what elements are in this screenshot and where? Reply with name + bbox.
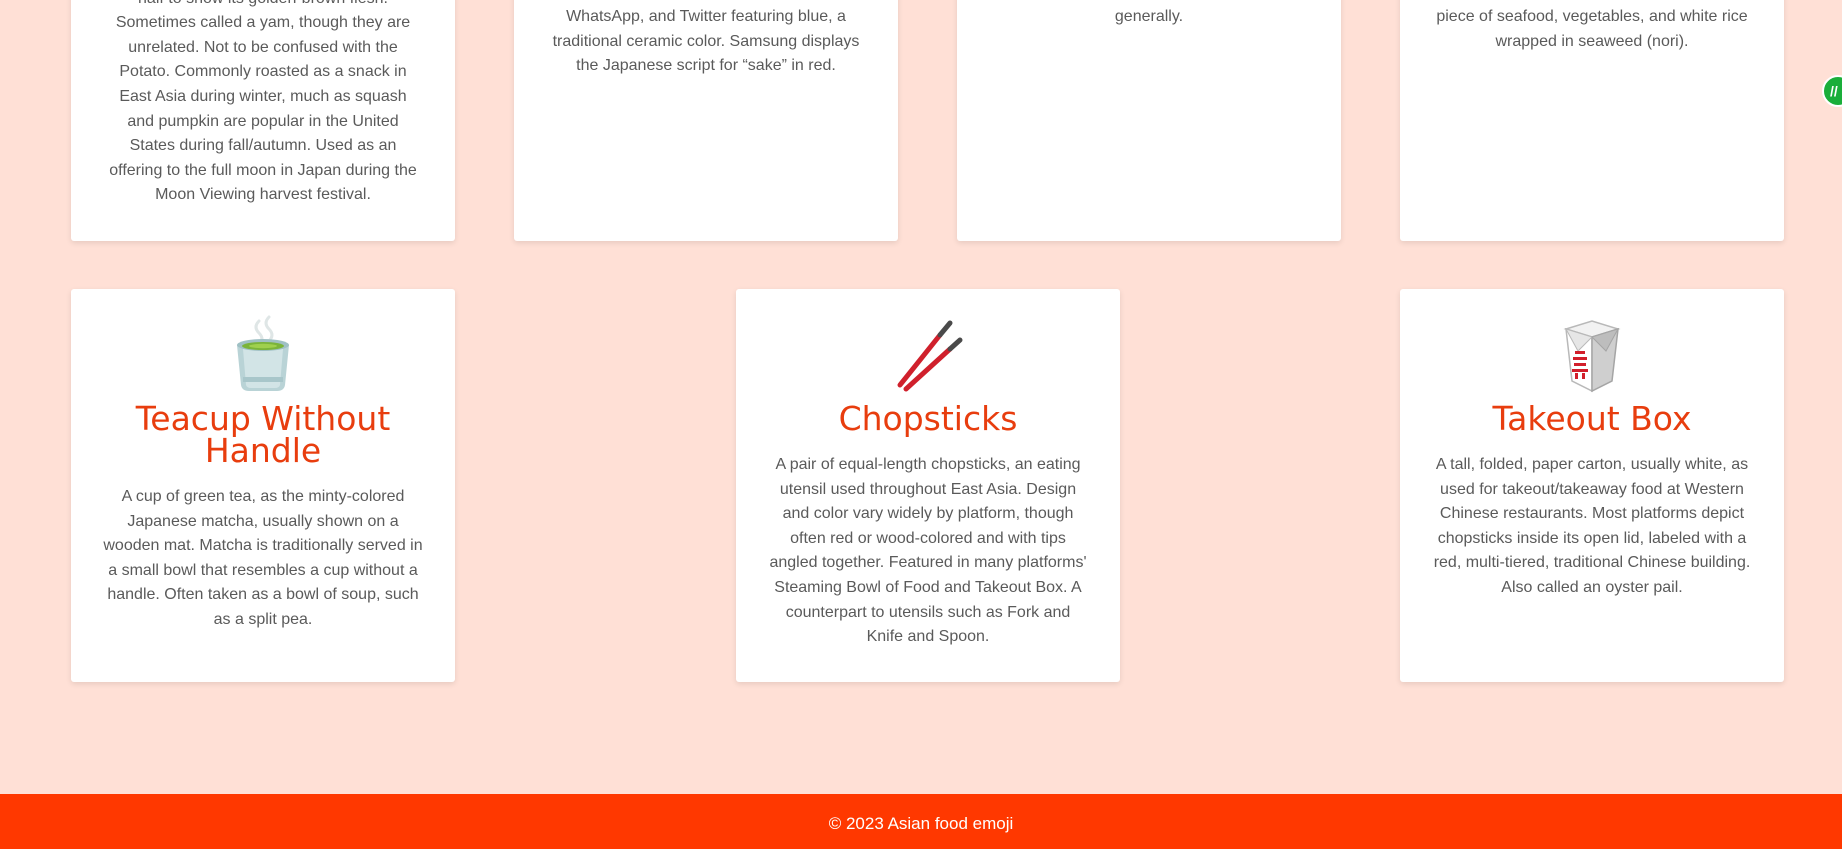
footer-copyright: © 2023 Asian food emoji: [828, 814, 1014, 833]
card-description: half to show its golden-brown flesh. Som…: [109, 0, 417, 204]
food-card: Takeout Box A tall, folded, paper carton…: [1400, 289, 1784, 682]
food-card: piece of seafood, vegetables, and white …: [1400, 0, 1784, 241]
food-card: half to show its golden-brown flesh. Som…: [71, 0, 455, 241]
card-description: WhatsApp, and Twitter featuring blue, a …: [552, 8, 860, 75]
food-card: WhatsApp, and Twitter featuring blue, a …: [514, 0, 898, 241]
food-card: Chopsticks A pair of equal-length chopst…: [736, 289, 1120, 682]
food-card: generally.: [957, 0, 1341, 241]
teacup-icon: [237, 315, 289, 391]
chopsticks-icon: [897, 320, 963, 392]
card-title: Takeout Box: [1492, 399, 1692, 438]
card-title: Teacup Without Handle: [135, 399, 391, 470]
footer: © 2023 Asian food emoji: [0, 794, 1842, 849]
card-title: Chopsticks: [838, 399, 1018, 438]
card-description: A cup of green tea, as the minty-colored…: [103, 488, 423, 628]
card-description: generally.: [1114, 8, 1184, 25]
card-description: piece of seafood, vegetables, and white …: [1436, 8, 1748, 50]
grammarly-icon[interactable]: //: [1822, 75, 1842, 107]
card-description: A pair of equal-length chopsticks, an ea…: [769, 456, 1087, 646]
food-card: Teacup Without Handle A cup of green tea…: [71, 289, 455, 682]
takeout-box-icon: [1563, 320, 1621, 393]
page: half to show its golden-brown flesh. Som…: [0, 0, 1842, 849]
card-description: A tall, folded, paper carton, usually wh…: [1433, 456, 1751, 596]
